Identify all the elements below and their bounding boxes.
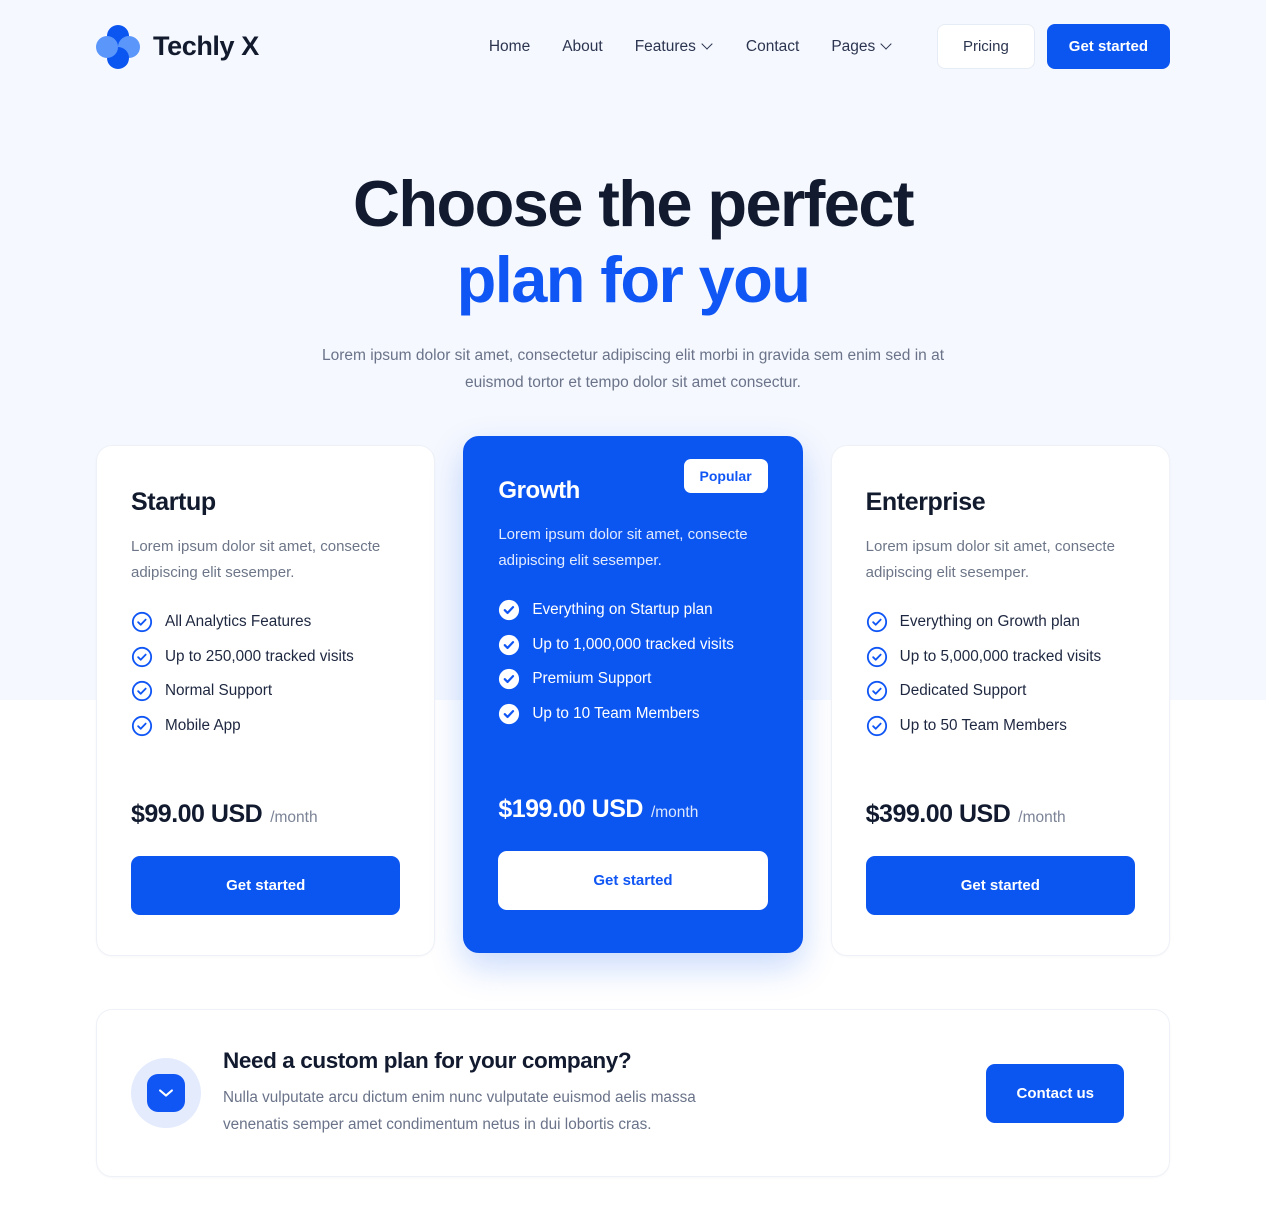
hero-section: Choose the perfect plan for you Lorem ip… — [0, 93, 1266, 396]
plan-feature-item: Everything on Startup plan — [498, 599, 767, 621]
page-title-line-1: Choose the perfect — [353, 167, 915, 240]
custom-plan-title: Need a custom plan for your company? — [223, 1048, 632, 1073]
plan-description: Lorem ipsum dolor sit amet, consecte adi… — [131, 538, 381, 581]
nav-item-features[interactable]: Features — [635, 38, 714, 56]
plan-feature-label: Everything on Growth plan — [899, 613, 1080, 630]
check-circle-icon — [866, 680, 887, 702]
plan-feature-list: All Analytics Features Up to 250,000 tra… — [131, 611, 400, 737]
header-get-started-button[interactable]: Get started — [1046, 24, 1170, 69]
plan-price-period: /month — [270, 809, 318, 826]
plan-feature-label: Normal Support — [165, 682, 273, 699]
nav-item-label: Contact — [745, 37, 800, 55]
plan-feature-label: Up to 5,000,000 tracked visits — [899, 647, 1102, 665]
card-header: Growth Popular — [498, 459, 768, 505]
nav-item-label: Pages — [831, 37, 876, 55]
plan-feature-label: Mobile App — [165, 716, 241, 734]
plan-feature-item: Up to 50 Team Members — [866, 715, 1135, 737]
plan-feature-label: Up to 250,000 tracked visits — [165, 647, 354, 665]
plan-get-started-button[interactable]: Get started — [865, 856, 1135, 915]
plan-price-period: /month — [650, 804, 699, 821]
plan-get-started-button[interactable]: Get started — [498, 851, 768, 910]
check-circle-icon — [131, 611, 153, 633]
check-circle-icon — [131, 680, 153, 702]
check-circle-icon — [866, 715, 887, 736]
pricing-card-startup: Startup Lorem ipsum dolor sit amet, cons… — [96, 445, 436, 956]
check-circle-icon — [131, 715, 153, 736]
plan-feature-item: Up to 1,000,000 tracked visits — [498, 634, 767, 656]
brand-name: Techly X — [153, 31, 259, 61]
mail-icon — [147, 1074, 185, 1112]
plan-feature-item: Up to 10 Team Members — [498, 703, 767, 725]
plan-feature-label: Premium Support — [532, 670, 652, 687]
card-header: Startup — [131, 488, 400, 517]
pricing-cards: Startup Lorem ipsum dolor sit amet, cons… — [0, 436, 1266, 956]
page-title-line-2: plan for you — [456, 243, 811, 316]
check-circle-icon — [499, 703, 520, 724]
plan-feature-label: Up to 10 Team Members — [532, 704, 700, 722]
check-circle-icon — [499, 634, 520, 655]
custom-plan-card: Need a custom plan for your company? Nul… — [96, 1009, 1170, 1177]
contact-us-button[interactable]: Contact us — [986, 1063, 1124, 1123]
plan-feature-item: Dedicated Support — [866, 680, 1135, 702]
check-circle-icon — [499, 668, 520, 690]
plan-feature-list: Everything on Startup plan Up to 1,000,0… — [498, 599, 767, 725]
plan-price-row: $199.00 USD /month — [498, 765, 767, 824]
check-circle-icon — [499, 599, 520, 621]
plan-feature-list: Everything on Growth plan Up to 5,000,00… — [866, 611, 1135, 737]
plan-name: Growth — [498, 477, 580, 504]
brand-logo[interactable]: Techly X — [96, 24, 259, 69]
plan-name: Enterprise — [865, 488, 986, 516]
plan-description: Lorem ipsum dolor sit amet, consecte adi… — [865, 538, 1115, 581]
chevron-down-icon — [882, 39, 893, 50]
plan-name: Startup — [131, 488, 216, 516]
mail-icon-wrapper — [131, 1058, 201, 1128]
pricing-button[interactable]: Pricing — [936, 24, 1035, 69]
nav-item-label: Features — [634, 37, 696, 55]
plan-price: $199.00 USD — [498, 795, 643, 823]
plan-price-row: $399.00 USD /month — [866, 770, 1135, 829]
primary-navigation: Home About Features Contact Pages — [489, 38, 893, 56]
plan-feature-item: Premium Support — [498, 668, 767, 690]
nav-item-home[interactable]: Home — [489, 38, 530, 56]
plan-price-period: /month — [1018, 809, 1066, 826]
plan-feature-item: Up to 250,000 tracked visits — [131, 646, 400, 668]
plan-feature-label: Up to 50 Team Members — [899, 716, 1067, 734]
plan-feature-item: Normal Support — [131, 680, 400, 702]
page-title: Choose the perfect plan for you — [0, 166, 1266, 318]
chevron-down-icon — [703, 39, 714, 50]
site-header: Techly X Home About Features Contact Pag… — [0, 0, 1266, 93]
nav-item-pages[interactable]: Pages — [831, 38, 893, 56]
nav-item-label: About — [562, 37, 603, 55]
plan-feature-item: All Analytics Features — [131, 611, 400, 633]
plan-feature-label: Everything on Startup plan — [532, 601, 713, 618]
hero-subtitle: Lorem ipsum dolor sit amet, consectetur … — [322, 347, 944, 391]
nav-item-contact[interactable]: Contact — [746, 38, 799, 56]
custom-plan-section: Need a custom plan for your company? Nul… — [0, 1009, 1266, 1177]
plan-feature-item: Mobile App — [131, 715, 400, 737]
plan-feature-label: Dedicated Support — [899, 682, 1027, 699]
plan-feature-item: Up to 5,000,000 tracked visits — [866, 646, 1135, 668]
nav-item-label: Home — [488, 37, 531, 55]
card-header: Enterprise — [866, 488, 1135, 517]
plan-get-started-button[interactable]: Get started — [131, 856, 401, 915]
plan-price-row: $99.00 USD /month — [131, 770, 400, 829]
pricing-card-growth: Growth Popular Lorem ipsum dolor sit ame… — [463, 436, 803, 953]
pricing-card-enterprise: Enterprise Lorem ipsum dolor sit amet, c… — [830, 445, 1170, 956]
page-root: Techly X Home About Features Contact Pag… — [0, 0, 1266, 1177]
plan-feature-label: Up to 1,000,000 tracked visits — [532, 635, 734, 653]
plan-price: $399.00 USD — [865, 800, 1011, 828]
check-circle-icon — [866, 646, 887, 667]
nav-item-about[interactable]: About — [562, 38, 603, 56]
plan-description: Lorem ipsum dolor sit amet, consecte adi… — [498, 526, 748, 569]
popular-badge: Popular — [683, 459, 768, 493]
techly-x-logo-icon — [96, 24, 140, 69]
custom-plan-text: Need a custom plan for your company? Nul… — [223, 1048, 964, 1138]
check-circle-icon — [131, 646, 153, 667]
plan-price: $99.00 USD — [131, 800, 263, 828]
custom-plan-description: Nulla vulputate arcu dictum enim nunc vu… — [223, 1089, 696, 1133]
plan-feature-label: All Analytics Features — [165, 613, 312, 630]
header-actions: Pricing Get started — [936, 24, 1170, 69]
check-circle-icon — [866, 611, 887, 633]
plan-feature-item: Everything on Growth plan — [866, 611, 1135, 633]
